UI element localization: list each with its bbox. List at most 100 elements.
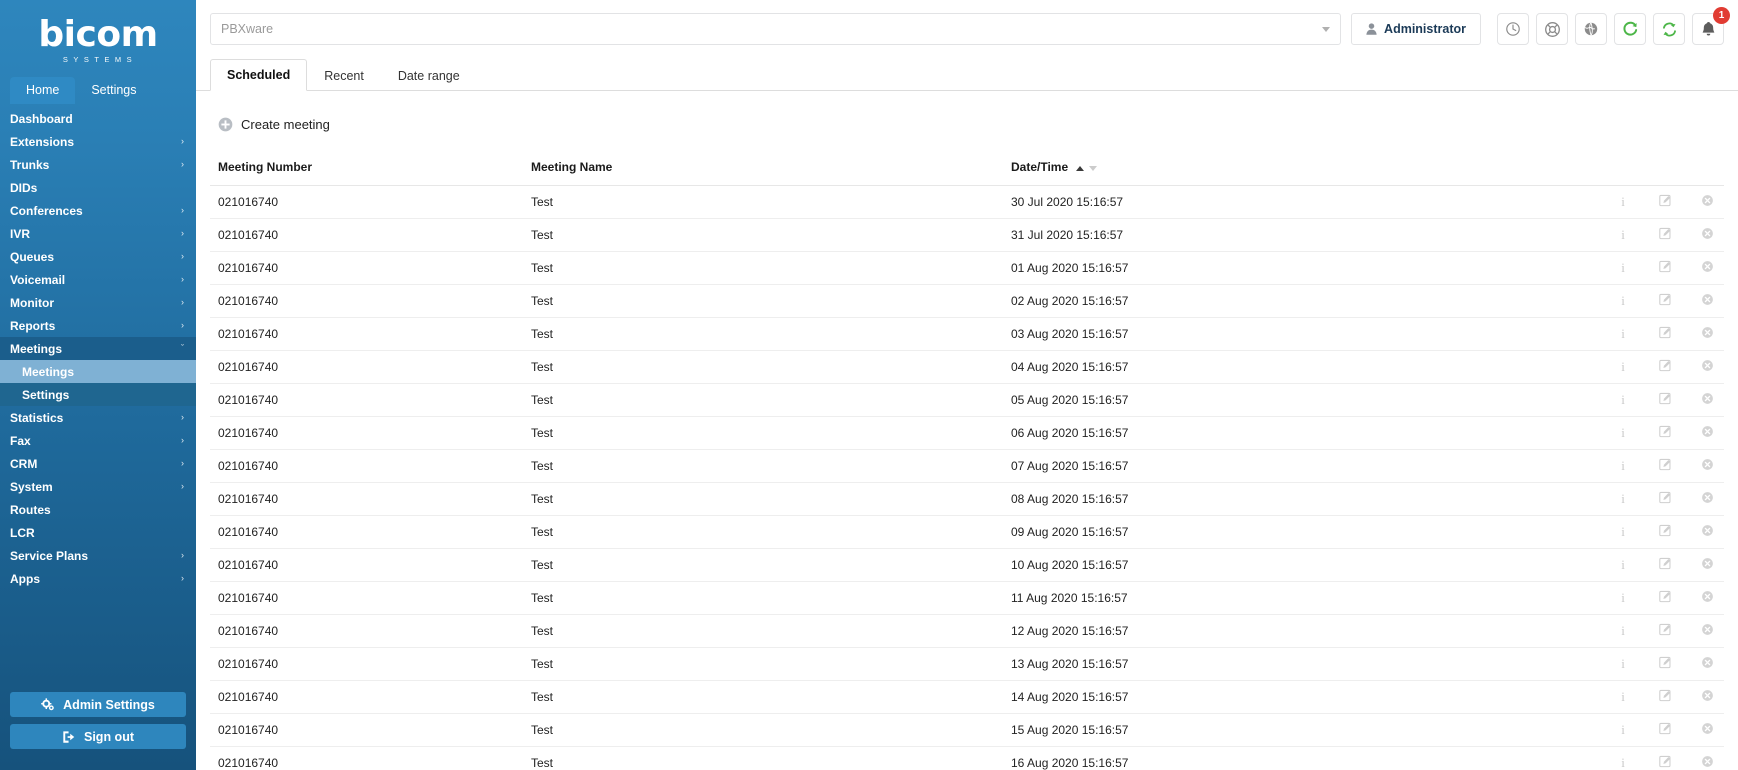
- row-action-edit[interactable]: [1640, 317, 1682, 351]
- delete-icon-wrap[interactable]: [1701, 293, 1714, 306]
- row-action-delete[interactable]: [1682, 185, 1724, 219]
- row-action-delete[interactable]: [1682, 713, 1724, 747]
- row-action-info[interactable]: i: [1598, 317, 1640, 351]
- delete-icon-wrap[interactable]: [1701, 458, 1714, 471]
- table-row[interactable]: 021016740 Test 16 Aug 2020 15:16:57 i: [210, 746, 1724, 770]
- edit-icon-wrap[interactable]: [1658, 491, 1672, 504]
- row-action-info[interactable]: i: [1598, 713, 1640, 747]
- info-icon[interactable]: i: [1621, 228, 1625, 242]
- lifebuoy-icon-button[interactable]: [1536, 13, 1568, 45]
- sidebar-item-system[interactable]: System ›: [0, 475, 196, 498]
- table-row[interactable]: 021016740 Test 09 Aug 2020 15:16:57 i: [210, 515, 1724, 549]
- table-row[interactable]: 021016740 Test 14 Aug 2020 15:16:57 i: [210, 680, 1724, 714]
- row-action-info[interactable]: i: [1598, 185, 1640, 219]
- sort-ascending-icon[interactable]: [1076, 166, 1085, 171]
- table-row[interactable]: 021016740 Test 03 Aug 2020 15:16:57 i: [210, 317, 1724, 351]
- sidebar-item-routes[interactable]: Routes: [0, 498, 196, 521]
- admin-settings-button[interactable]: Admin Settings: [10, 692, 186, 717]
- info-icon[interactable]: i: [1621, 591, 1625, 605]
- delete-icon-wrap[interactable]: [1701, 689, 1714, 702]
- row-action-delete[interactable]: [1682, 251, 1724, 285]
- row-action-edit[interactable]: [1640, 746, 1682, 770]
- table-row[interactable]: 021016740 Test 31 Jul 2020 15:16:57 i: [210, 218, 1724, 252]
- info-icon[interactable]: i: [1621, 360, 1625, 374]
- row-action-delete[interactable]: [1682, 614, 1724, 648]
- info-icon[interactable]: i: [1621, 294, 1625, 308]
- sidebar-item-statistics[interactable]: Statistics ›: [0, 406, 196, 429]
- row-action-delete[interactable]: [1682, 350, 1724, 384]
- info-icon[interactable]: i: [1621, 624, 1625, 638]
- row-action-delete[interactable]: [1682, 416, 1724, 450]
- table-row[interactable]: 021016740 Test 11 Aug 2020 15:16:57 i: [210, 581, 1724, 615]
- info-icon[interactable]: i: [1621, 426, 1625, 440]
- row-action-info[interactable]: i: [1598, 449, 1640, 483]
- info-icon[interactable]: i: [1621, 756, 1625, 770]
- delete-icon-wrap[interactable]: [1701, 755, 1714, 768]
- info-icon[interactable]: i: [1621, 525, 1625, 539]
- row-action-info[interactable]: i: [1598, 746, 1640, 770]
- edit-icon-wrap[interactable]: [1658, 689, 1672, 702]
- delete-icon-wrap[interactable]: [1701, 491, 1714, 504]
- sidebar-item-service-plans[interactable]: Service Plans ›: [0, 544, 196, 567]
- table-row[interactable]: 021016740 Test 07 Aug 2020 15:16:57 i: [210, 449, 1724, 483]
- row-action-edit[interactable]: [1640, 185, 1682, 219]
- edit-icon-wrap[interactable]: [1658, 722, 1672, 735]
- edit-icon-wrap[interactable]: [1658, 293, 1672, 306]
- info-icon[interactable]: i: [1621, 657, 1625, 671]
- column-header-datetime[interactable]: Date/Time: [1003, 154, 1598, 186]
- row-action-edit[interactable]: [1640, 449, 1682, 483]
- delete-icon-wrap[interactable]: [1701, 194, 1714, 207]
- row-action-edit[interactable]: [1640, 614, 1682, 648]
- row-action-delete[interactable]: [1682, 680, 1724, 714]
- reload-icon-button[interactable]: [1614, 13, 1646, 45]
- row-action-info[interactable]: i: [1598, 383, 1640, 417]
- tab-scheduled[interactable]: Scheduled: [210, 59, 308, 91]
- sidebar-item-trunks[interactable]: Trunks ›: [0, 153, 196, 176]
- bell-icon-button[interactable]: 1: [1692, 7, 1730, 45]
- sort-indicator[interactable]: [1076, 166, 1098, 171]
- server-select[interactable]: PBXware: [210, 13, 1342, 45]
- globe-icon-button[interactable]: [1575, 13, 1607, 45]
- row-action-delete[interactable]: [1682, 449, 1724, 483]
- edit-icon-wrap[interactable]: [1658, 392, 1672, 405]
- sidebar-item-lcr[interactable]: LCR: [0, 521, 196, 544]
- row-action-edit[interactable]: [1640, 284, 1682, 318]
- row-action-edit[interactable]: [1640, 647, 1682, 681]
- sidebar-item-voicemail[interactable]: Voicemail ›: [0, 268, 196, 291]
- row-action-edit[interactable]: [1640, 515, 1682, 549]
- info-icon[interactable]: i: [1621, 690, 1625, 704]
- row-action-edit[interactable]: [1640, 581, 1682, 615]
- delete-icon-wrap[interactable]: [1701, 227, 1714, 240]
- info-icon[interactable]: i: [1621, 195, 1625, 209]
- table-row[interactable]: 021016740 Test 15 Aug 2020 15:16:57 i: [210, 713, 1724, 747]
- row-action-info[interactable]: i: [1598, 251, 1640, 285]
- delete-icon-wrap[interactable]: [1701, 590, 1714, 603]
- edit-icon-wrap[interactable]: [1658, 260, 1672, 273]
- table-row[interactable]: 021016740 Test 05 Aug 2020 15:16:57 i: [210, 383, 1724, 417]
- sidebar-item-crm[interactable]: CRM ›: [0, 452, 196, 475]
- row-action-edit[interactable]: [1640, 713, 1682, 747]
- tab-recent[interactable]: Recent: [307, 60, 381, 91]
- sign-out-button[interactable]: Sign out: [10, 724, 186, 749]
- sidebar-item-dashboard[interactable]: Dashboard: [0, 107, 196, 130]
- sidebar-tab-home[interactable]: Home: [10, 77, 76, 104]
- row-action-delete[interactable]: [1682, 581, 1724, 615]
- table-row[interactable]: 021016740 Test 12 Aug 2020 15:16:57 i: [210, 614, 1724, 648]
- info-icon[interactable]: i: [1621, 558, 1625, 572]
- info-icon[interactable]: i: [1621, 327, 1625, 341]
- row-action-info[interactable]: i: [1598, 680, 1640, 714]
- row-action-info[interactable]: i: [1598, 416, 1640, 450]
- row-action-info[interactable]: i: [1598, 515, 1640, 549]
- row-action-delete[interactable]: [1682, 482, 1724, 516]
- sidebar-item-queues[interactable]: Queues ›: [0, 245, 196, 268]
- info-icon[interactable]: i: [1621, 459, 1625, 473]
- sort-descending-icon[interactable]: [1089, 166, 1098, 171]
- edit-icon-wrap[interactable]: [1658, 755, 1672, 768]
- delete-icon-wrap[interactable]: [1701, 392, 1714, 405]
- row-action-edit[interactable]: [1640, 680, 1682, 714]
- row-action-edit[interactable]: [1640, 218, 1682, 252]
- edit-icon-wrap[interactable]: [1658, 557, 1672, 570]
- clock-icon-button[interactable]: [1497, 13, 1529, 45]
- row-action-delete[interactable]: [1682, 284, 1724, 318]
- row-action-delete[interactable]: [1682, 647, 1724, 681]
